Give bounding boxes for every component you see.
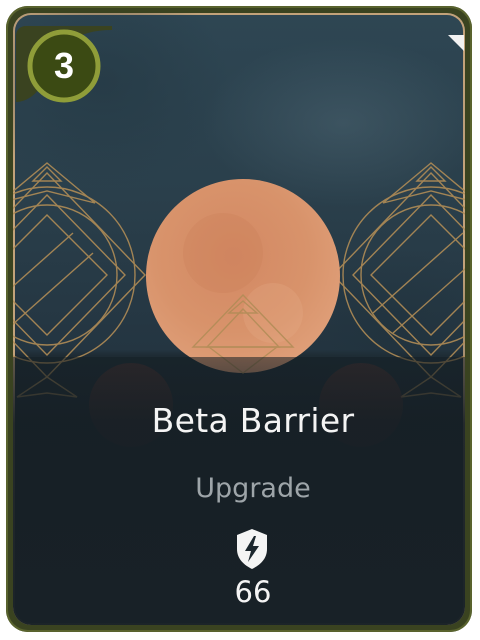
cost-value: 3	[53, 45, 75, 86]
card-container[interactable]: Beta Barrier Upgrade 66 3	[0, 0, 480, 640]
shield-lightning-icon	[237, 529, 267, 569]
corner-triangle-icon	[448, 35, 464, 51]
card-name: Beta Barrier	[151, 401, 355, 440]
stat-value: 66	[234, 575, 272, 609]
card-type: Upgrade	[195, 473, 311, 504]
